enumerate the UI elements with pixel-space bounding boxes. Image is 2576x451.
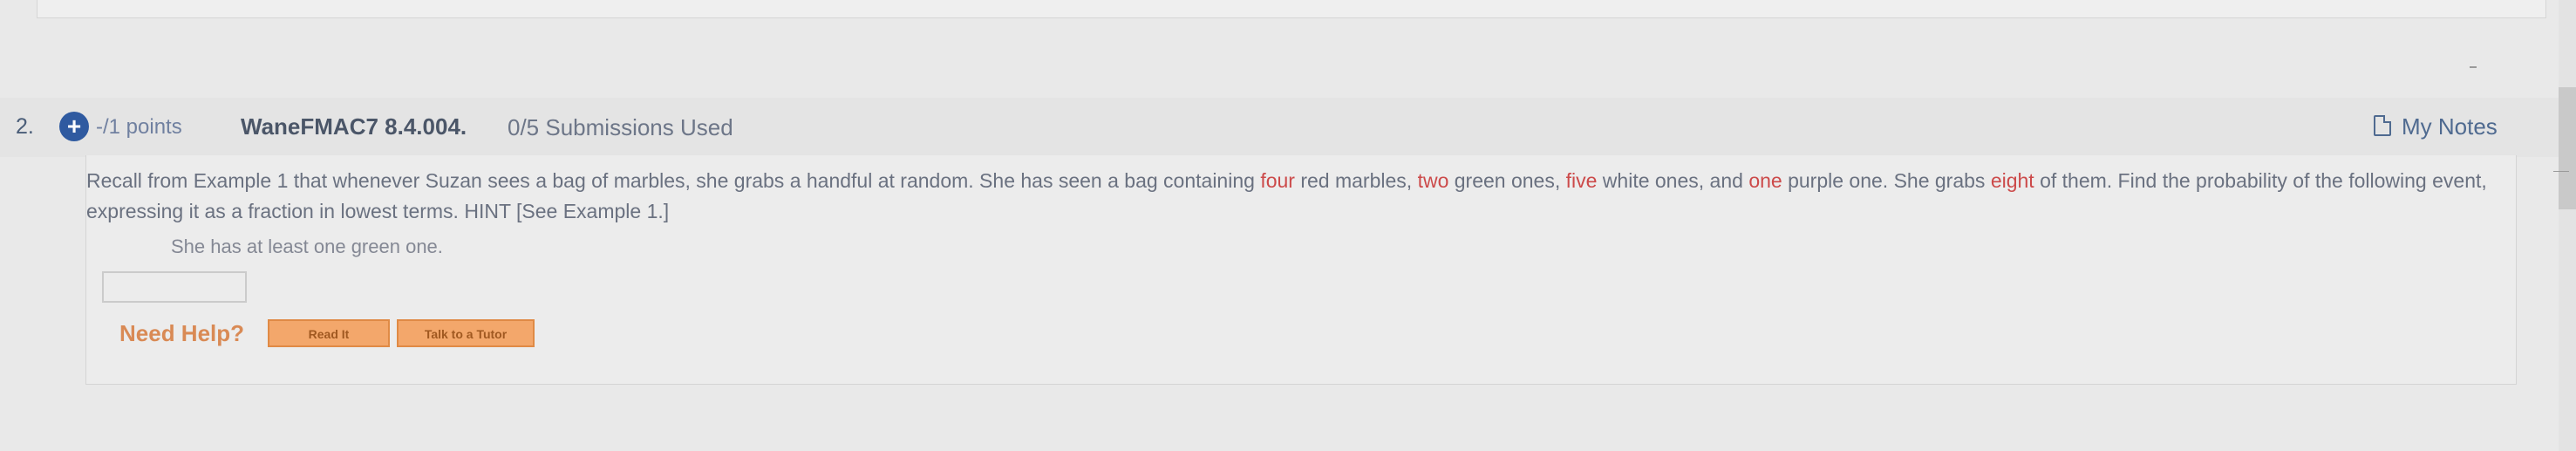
prompt-text-5: purple one. She grabs — [1782, 169, 1991, 192]
panel-edge-mark — [2553, 171, 2569, 172]
value-purple-count: one — [1748, 169, 1782, 192]
question-id: WaneFMAC7 8.4.004. — [241, 113, 467, 140]
prompt-text-3: green ones, — [1448, 169, 1566, 192]
scroll-indicator-mark — [2470, 66, 2477, 68]
question-body: Recall from Example 1 that whenever Suza… — [85, 155, 2517, 385]
prompt-text-1: Recall from Example 1 that whenever Suza… — [86, 169, 1261, 192]
previous-question-card — [37, 0, 2546, 18]
value-white-count: five — [1565, 169, 1598, 192]
right-scrollbar-track[interactable] — [2559, 0, 2576, 451]
submissions-used: 0/5 Submissions Used — [508, 114, 733, 140]
prompt-text-4: white ones, and — [1597, 169, 1749, 192]
plus-circle-icon[interactable]: + — [59, 112, 89, 141]
question-header: 2. + -/1 points WaneFMAC7 8.4.004. 0/5 S… — [0, 98, 2559, 157]
answer-input[interactable] — [102, 271, 247, 303]
need-help-label: Need Help? — [119, 320, 245, 346]
talk-to-tutor-button[interactable]: Talk to a Tutor — [397, 319, 535, 347]
my-notes-label: My Notes — [2402, 113, 2498, 140]
my-notes-link[interactable]: My Notes — [2374, 113, 2498, 140]
read-it-button[interactable]: Read It — [268, 319, 390, 347]
question-points: -/1 points — [96, 115, 182, 139]
hint-link[interactable]: [See Example 1.] — [516, 200, 669, 222]
question-prompt: Recall from Example 1 that whenever Suza… — [86, 166, 2516, 227]
scrollbar-thumb[interactable] — [2559, 87, 2576, 209]
sub-question: She has at least one green one. — [171, 236, 443, 257]
value-red-count: four — [1260, 169, 1295, 192]
value-grab-count: eight — [1990, 169, 2034, 192]
question-number: 2. — [16, 114, 34, 139]
prompt-text-2: red marbles, — [1294, 169, 1418, 192]
value-green-count: two — [1417, 169, 1449, 192]
note-document-icon — [2374, 115, 2391, 136]
